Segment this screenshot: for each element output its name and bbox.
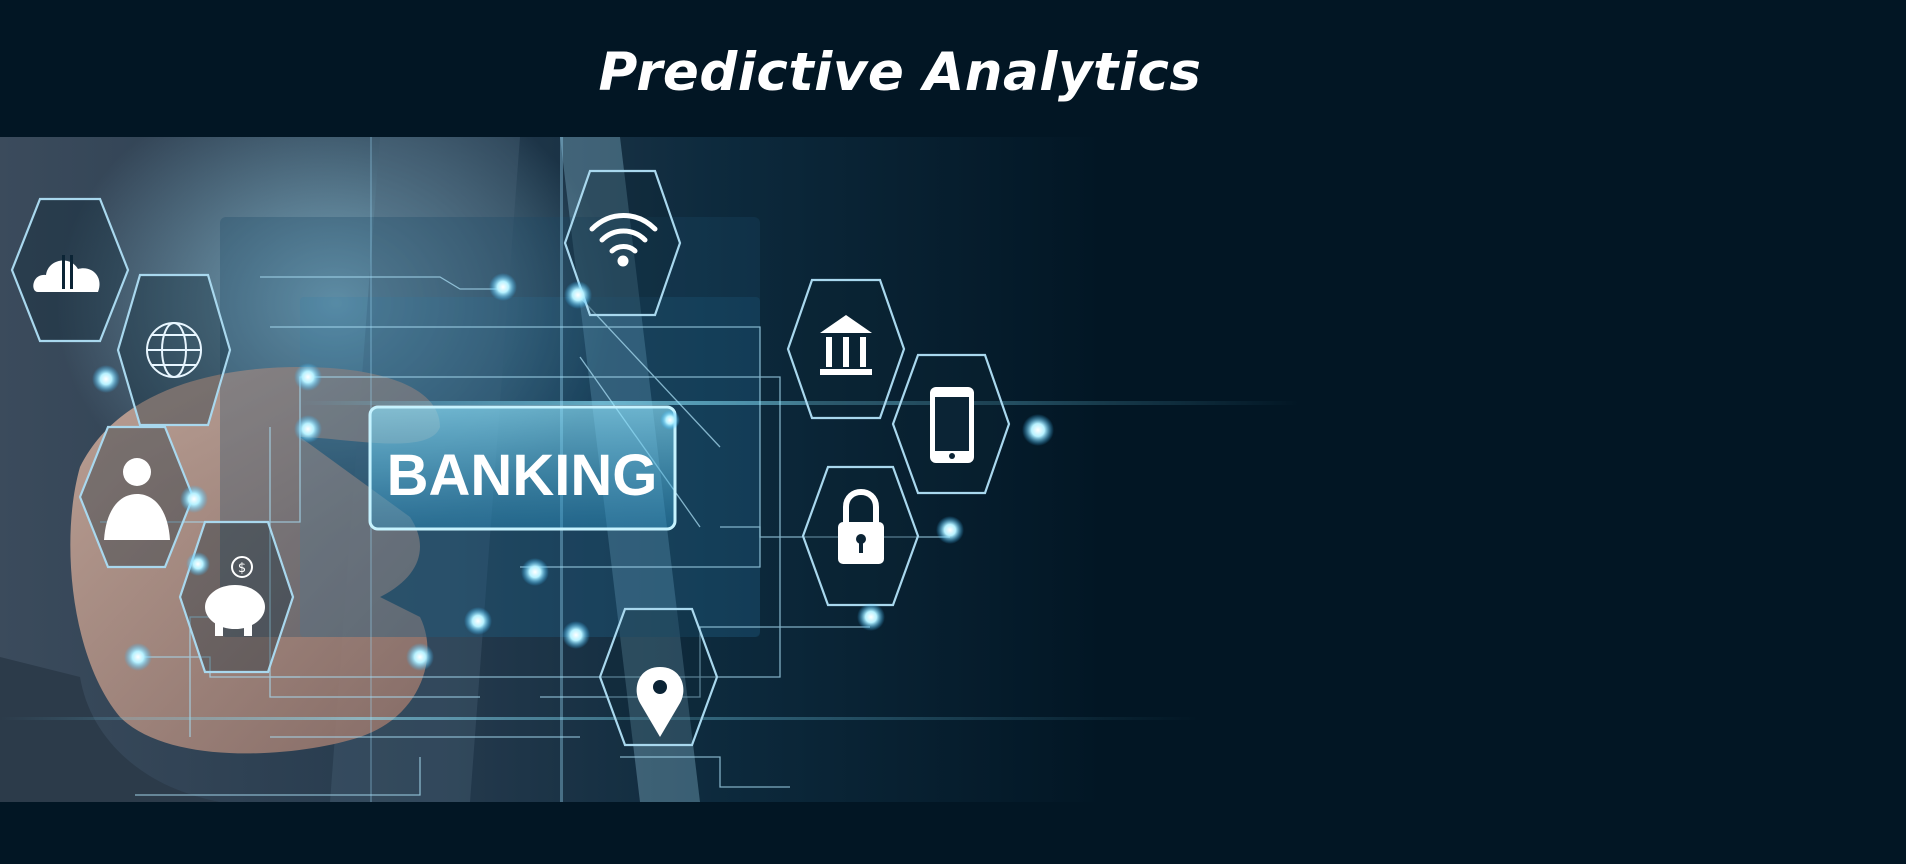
smartphone-icon	[930, 387, 974, 463]
banking-banner-image: BANKING $	[0, 137, 1300, 802]
svg-text:$: $	[238, 561, 246, 576]
slide-title: Predictive Analytics	[598, 42, 1202, 103]
banking-label: BANKING	[387, 443, 658, 508]
banking-label-box: BANKING	[368, 405, 677, 531]
